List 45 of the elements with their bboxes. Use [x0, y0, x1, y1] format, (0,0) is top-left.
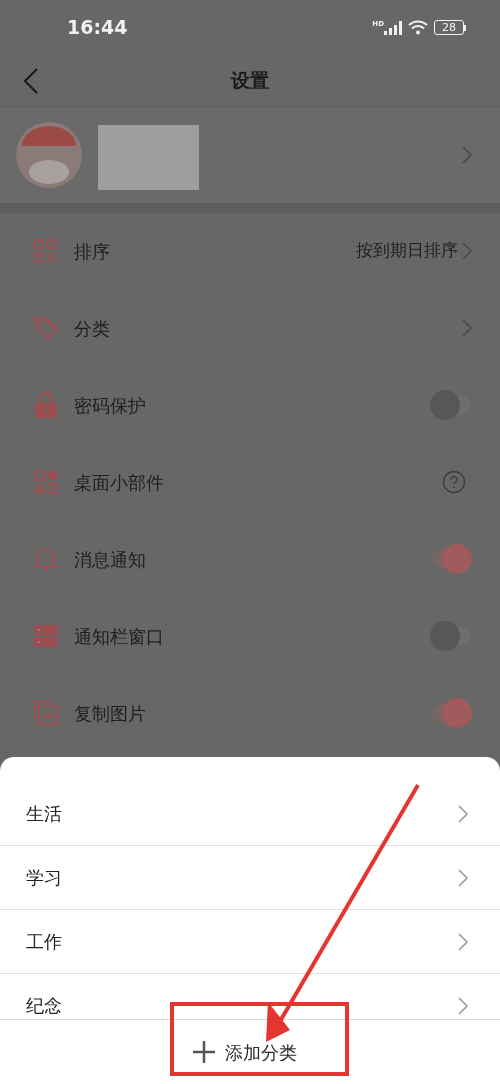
- chevron-right-icon: [458, 868, 468, 887]
- chevron-right-icon: [462, 146, 472, 164]
- plus-icon: [193, 1041, 215, 1063]
- chevron-right-icon: [458, 804, 468, 823]
- setting-label: 桌面小部件: [74, 470, 165, 495]
- setting-label: 复制图片: [74, 701, 147, 726]
- lock-icon: [34, 391, 58, 419]
- category-item[interactable]: 学习: [0, 846, 500, 910]
- category-item[interactable]: 生活: [0, 782, 500, 846]
- toggle-switch[interactable]: [430, 544, 472, 574]
- wifi-icon: [408, 20, 428, 35]
- status-time: 16:44: [67, 15, 128, 41]
- bell-icon: [33, 545, 59, 573]
- setting-label: 消息通知: [74, 547, 147, 572]
- avatar: [16, 122, 82, 188]
- add-category-button[interactable]: 添加分类: [193, 1038, 297, 1066]
- settings-row[interactable]: 桌面小部件: [0, 444, 500, 521]
- settings-row[interactable]: 复制图片: [0, 675, 500, 752]
- settings-row[interactable]: 排序 按到期日排序: [0, 213, 500, 290]
- settings-row[interactable]: 密码保护: [0, 367, 500, 444]
- copy-icon: [33, 700, 59, 726]
- toggle-switch[interactable]: [430, 698, 472, 728]
- help-icon[interactable]: [442, 470, 466, 494]
- page-title: 设置: [231, 68, 269, 94]
- chevron-right-icon: [462, 242, 472, 260]
- setting-value: 按到期日排序: [356, 239, 458, 263]
- setting-label: 分类: [74, 316, 111, 341]
- signal-icon: [384, 20, 402, 35]
- grid-icon: [33, 238, 59, 264]
- shapes-icon: [33, 469, 59, 495]
- settings-row[interactable]: 消息通知: [0, 521, 500, 598]
- category-item[interactable]: 工作: [0, 910, 500, 974]
- chevron-right-icon: [458, 932, 468, 951]
- tag-icon: [32, 315, 60, 341]
- settings-row[interactable]: 分类: [0, 290, 500, 367]
- battery-indicator: 28: [434, 20, 466, 35]
- panel-icon: [34, 624, 58, 648]
- chevron-right-icon: [458, 996, 468, 1015]
- chevron-right-icon: [462, 319, 472, 337]
- toggle-switch[interactable]: [430, 390, 472, 420]
- setting-label: 通知栏窗口: [74, 624, 165, 649]
- setting-label: 排序: [74, 239, 111, 264]
- toggle-switch[interactable]: [430, 621, 472, 651]
- setting-label: 密码保护: [74, 393, 147, 418]
- settings-row[interactable]: 通知栏窗口: [0, 598, 500, 675]
